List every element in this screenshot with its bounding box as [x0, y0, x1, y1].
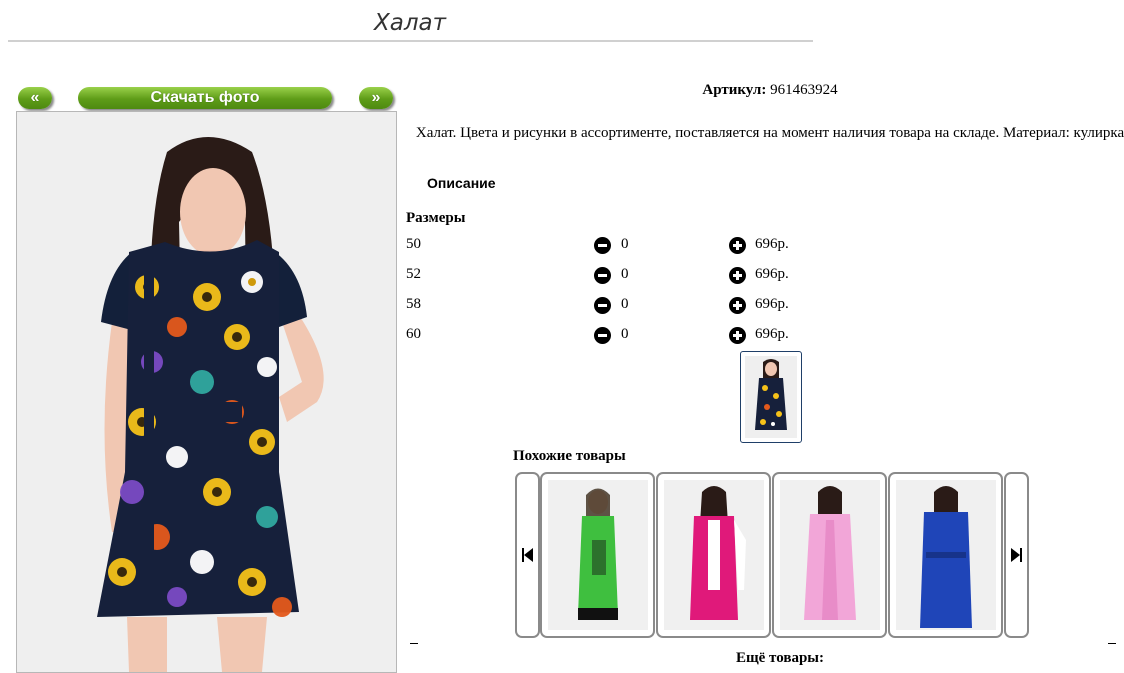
- similar-product-card[interactable]: [772, 472, 887, 638]
- thumbnail-image: [745, 356, 797, 438]
- size-row: 50 0 696р.: [406, 236, 826, 256]
- photo-thumbnail[interactable]: [740, 351, 802, 443]
- minus-icon[interactable]: [594, 267, 611, 284]
- similar-product-card[interactable]: [540, 472, 655, 638]
- quantity-value: 0: [621, 236, 629, 252]
- plus-icon[interactable]: [729, 267, 746, 284]
- price-value: 696р.: [755, 326, 789, 342]
- next-photo-button[interactable]: »: [359, 87, 393, 109]
- minus-icon[interactable]: [594, 297, 611, 314]
- sizes-heading: Размеры: [406, 210, 466, 226]
- size-row: 58 0 696р.: [406, 296, 826, 316]
- more-products-heading: Ещё товары:: [735, 650, 825, 666]
- plus-icon[interactable]: [729, 237, 746, 254]
- size-row: 52 0 696р.: [406, 266, 826, 286]
- size-value: 58: [406, 296, 421, 312]
- quantity-value: 0: [621, 326, 629, 342]
- product-image: [896, 480, 996, 630]
- article-line: Артикул: 961463924: [600, 82, 940, 99]
- quantity-value: 0: [621, 296, 629, 312]
- quantity-value: 0: [621, 266, 629, 282]
- carousel-next-button[interactable]: [1004, 472, 1029, 638]
- product-image: [548, 480, 648, 630]
- product-image: [780, 480, 880, 630]
- carousel-prev-button[interactable]: [515, 472, 540, 638]
- product-description: Халат. Цвета и рисунки в ассортименте, п…: [415, 125, 1124, 141]
- similar-products-heading: Похожие товары: [513, 448, 626, 464]
- plus-icon[interactable]: [729, 297, 746, 314]
- minus-icon[interactable]: [594, 327, 611, 344]
- divider-mark: [410, 643, 418, 644]
- size-value: 52: [406, 266, 421, 282]
- title-divider: [8, 40, 813, 42]
- similar-product-card[interactable]: [888, 472, 1003, 638]
- download-photo-button[interactable]: Скачать фото: [78, 87, 332, 109]
- divider-mark: [1108, 643, 1116, 644]
- minus-icon[interactable]: [594, 237, 611, 254]
- model-in-robe-image: [17, 112, 396, 672]
- article-label: Артикул:: [702, 82, 767, 98]
- size-row: 60 0 696р.: [406, 326, 826, 346]
- price-value: 696р.: [755, 266, 789, 282]
- description-tab[interactable]: Описание: [427, 175, 496, 191]
- similar-product-card[interactable]: [656, 472, 771, 638]
- price-value: 696р.: [755, 296, 789, 312]
- article-value: 961463924: [770, 82, 838, 98]
- size-value: 60: [406, 326, 421, 342]
- size-value: 50: [406, 236, 421, 252]
- prev-photo-button[interactable]: «: [18, 87, 52, 109]
- main-product-photo[interactable]: [16, 111, 397, 673]
- plus-icon[interactable]: [729, 327, 746, 344]
- skip-back-icon: [522, 548, 533, 562]
- page-title: Халат: [373, 10, 447, 36]
- product-image: [664, 480, 764, 630]
- price-value: 696р.: [755, 236, 789, 252]
- skip-forward-icon: [1011, 548, 1022, 562]
